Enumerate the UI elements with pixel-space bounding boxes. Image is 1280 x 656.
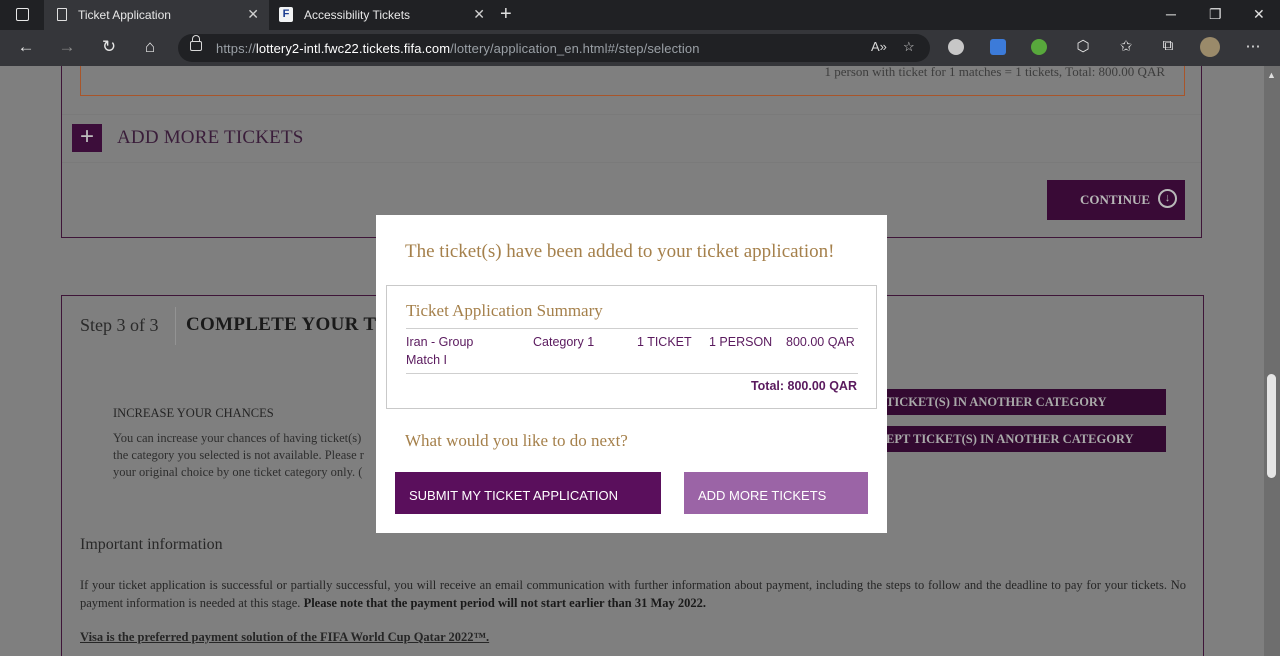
refresh-icon[interactable]: ↻ (98, 37, 120, 57)
more-menu-icon[interactable]: ⋯ (1242, 37, 1264, 55)
minimize-icon[interactable]: ─ (1166, 6, 1176, 22)
profile-avatar[interactable] (1200, 37, 1220, 57)
tab-accessibility-tickets[interactable]: F Accessibility Tickets ✕ (270, 0, 495, 30)
scroll-up-icon[interactable]: ▲ (1267, 70, 1276, 80)
tab-title: Accessibility Tickets (304, 8, 411, 22)
tab-actions-icon[interactable] (16, 8, 29, 21)
lock-icon[interactable] (190, 35, 202, 51)
summary-tickets: 1 TICKET (637, 335, 692, 349)
extension-cloud-icon[interactable] (948, 39, 964, 55)
restore-icon[interactable]: ❐ (1209, 6, 1222, 23)
continue-label: CONTINUE (1080, 192, 1151, 207)
summary-match: Iran - Group Match I (406, 335, 474, 367)
add-favorite-icon[interactable]: ☆ (903, 39, 915, 55)
browser-tab-bar: Ticket Application ✕ F Accessibility Tic… (0, 0, 1280, 30)
summary-title: Ticket Application Summary (406, 301, 603, 320)
scroll-thumb[interactable] (1267, 374, 1276, 478)
modal-heading: The ticket(s) have been added to your ti… (405, 241, 835, 262)
continue-button[interactable]: CONTINUE ↓ (1047, 180, 1185, 220)
extensions-icon[interactable]: ⬡ (1072, 37, 1094, 55)
increase-chances-title: INCREASE YOUR CHANCES (113, 406, 274, 420)
important-info-title: Important information (80, 536, 223, 553)
plus-icon[interactable]: + (72, 124, 102, 152)
selection-summary: 1 person with ticket for 1 matches = 1 t… (824, 66, 1165, 79)
summary-category: Category 1 (533, 335, 595, 349)
back-icon[interactable]: ← (15, 37, 37, 57)
divider (175, 307, 176, 345)
summary-price: 800.00 QAR (786, 335, 855, 349)
forward-icon[interactable]: → (56, 37, 78, 57)
browser-address-bar: ← → ↻ ⌂ https://lottery2-intl.fwc22.tick… (0, 30, 1280, 66)
visa-note: Visa is the preferred payment solution o… (80, 630, 490, 644)
increase-chances-text: You can increase your chances of having … (113, 431, 364, 479)
extension-green-icon[interactable] (1031, 39, 1047, 55)
submit-application-button[interactable]: SUBMIT MY TICKET APPLICATION (395, 472, 661, 514)
page-scrollbar[interactable]: ▲ (1264, 66, 1280, 656)
summary-total: Total: 800.00 QAR (750, 379, 857, 393)
divider (62, 114, 1201, 115)
arrow-down-circle-icon: ↓ (1158, 189, 1177, 208)
url-text: https://lottery2-intl.fwc22.tickets.fifa… (216, 41, 700, 56)
fifa-favicon-icon: F (279, 7, 293, 22)
important-info-text: If your ticket application is successful… (80, 578, 1186, 610)
tab-ticket-application[interactable]: Ticket Application ✕ (44, 0, 269, 30)
add-more-tickets-link[interactable]: ADD MORE TICKETS (117, 127, 304, 149)
close-tab-icon[interactable]: ✕ (473, 6, 485, 23)
divider (62, 162, 1201, 163)
favorites-icon[interactable]: ✩ (1115, 37, 1137, 55)
collections-icon[interactable]: ⧉ (1157, 37, 1179, 54)
step-title: COMPLETE YOUR T (186, 314, 377, 335)
page-icon (57, 8, 67, 21)
close-window-icon[interactable]: ✕ (1253, 6, 1265, 23)
confirmation-modal: The ticket(s) have been added to your ti… (376, 215, 887, 533)
read-aloud-icon[interactable]: A» (871, 39, 887, 54)
summary-persons: 1 PERSON (709, 335, 773, 349)
add-more-tickets-button[interactable]: ADD MORE TICKETS (684, 472, 868, 514)
new-tab-icon[interactable]: + (500, 3, 512, 25)
url-field[interactable]: https://lottery2-intl.fwc22.tickets.fifa… (178, 34, 930, 62)
divider (406, 328, 858, 329)
accept-another-category-button[interactable]: EPT TICKET(S) IN ANOTHER CATEGORY (880, 426, 1166, 452)
close-tab-icon[interactable]: ✕ (247, 6, 259, 23)
tab-title: Ticket Application (78, 8, 171, 22)
extension-blue-icon[interactable] (990, 39, 1006, 55)
ticket-summary-box: Ticket Application Summary Iran - Group … (386, 285, 877, 409)
divider (406, 373, 858, 374)
step-label: Step 3 of 3 (80, 315, 159, 335)
home-icon[interactable]: ⌂ (139, 37, 161, 57)
another-category-button[interactable]: TICKET(S) IN ANOTHER CATEGORY (880, 389, 1166, 415)
next-step-question: What would you like to do next? (405, 431, 628, 450)
